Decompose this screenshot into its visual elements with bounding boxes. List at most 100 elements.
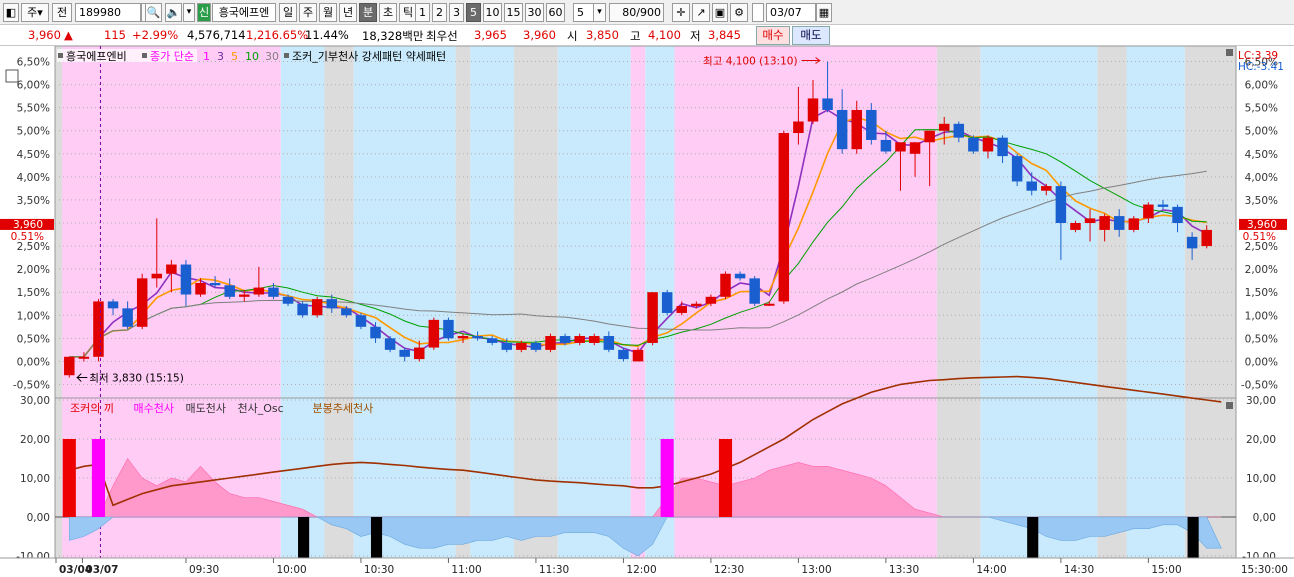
candle-body-22 bbox=[384, 338, 396, 350]
ma-legend-marker-icon bbox=[142, 53, 147, 58]
ma-legend-period-30: 30 bbox=[265, 50, 279, 63]
low-left-tick-label: 20,00 bbox=[20, 434, 50, 446]
period-button-3[interactable]: 년 bbox=[339, 3, 357, 22]
period-button-4[interactable]: 분 bbox=[359, 3, 377, 22]
interval-button-10[interactable]: 10 bbox=[483, 3, 502, 22]
time-label-6: 11:30 bbox=[539, 564, 569, 576]
save-icon[interactable]: ▣ bbox=[712, 3, 728, 22]
candle-body-7 bbox=[166, 264, 177, 274]
signals-legend: 조커_기부천사 강세패턴 약세패턴 bbox=[292, 49, 446, 63]
sell-signal-bar-4 bbox=[298, 517, 310, 564]
interval-button-60[interactable]: 60 bbox=[546, 3, 565, 22]
candle-body-78 bbox=[1201, 229, 1212, 247]
lower-pane-menu-icon bbox=[1226, 402, 1233, 409]
change-amount: 115 bbox=[104, 28, 126, 42]
candle-body-44 bbox=[705, 296, 717, 304]
gear-icon[interactable]: ⚙ bbox=[730, 3, 748, 22]
low-label: 저 bbox=[690, 29, 701, 43]
upper-pane-menu-icon bbox=[1226, 49, 1233, 56]
candle-body-9 bbox=[195, 282, 206, 295]
interval-button-1[interactable]: 1 bbox=[415, 3, 430, 22]
candle-body-57 bbox=[895, 142, 906, 152]
left-tick-label: 3,50% bbox=[17, 195, 50, 207]
speaker-dropdown-icon[interactable]: ▾ bbox=[183, 3, 195, 22]
stock-chart[interactable]: 6,50%6,00%5,50%5,00%4,50%4,00%3,50%3,00%… bbox=[0, 46, 1294, 577]
period-button-5[interactable]: 초 bbox=[379, 3, 397, 22]
band-8 bbox=[557, 46, 631, 558]
interval-button-2[interactable]: 2 bbox=[432, 3, 447, 22]
sell-button[interactable]: 매도 bbox=[792, 26, 830, 45]
low-right-tick-label: 20,00 bbox=[1246, 434, 1276, 446]
current-price: 3,960 bbox=[28, 28, 61, 42]
crosshair-icon[interactable]: ✛ bbox=[672, 3, 690, 22]
turnover: 11.44% bbox=[305, 28, 349, 42]
low-price: 3,845 bbox=[708, 28, 741, 42]
time-label-8: 12:30 bbox=[714, 564, 744, 576]
interval-button-30[interactable]: 30 bbox=[525, 3, 544, 22]
lower-legend-3: 천사_Osc bbox=[238, 401, 284, 415]
ma-legend-title: 종가 단순 bbox=[150, 50, 194, 63]
candle-body-54 bbox=[851, 109, 862, 150]
volume-ratio: 1,216.65% bbox=[246, 28, 309, 42]
candle-body-69 bbox=[1070, 223, 1081, 230]
time-label-12: 14:30 bbox=[1064, 564, 1094, 576]
draw-tool-icon[interactable]: ↗ bbox=[692, 3, 710, 22]
band-15 bbox=[1126, 46, 1185, 558]
left-tick-label: 4,00% bbox=[17, 172, 50, 184]
lower-legend-0: 조커의 끼 bbox=[70, 402, 114, 415]
interval-button-15[interactable]: 15 bbox=[504, 3, 523, 22]
left-tick-label: 1,00% bbox=[17, 310, 50, 322]
buy-button[interactable]: 매수 bbox=[756, 26, 790, 45]
left-axis: 6,50%6,00%5,50%5,00%4,50%4,00%3,50%3,00%… bbox=[0, 57, 54, 563]
interval-button-5[interactable]: 5 bbox=[466, 3, 481, 22]
count-input[interactable]: 80/900 bbox=[609, 3, 664, 22]
candle-body-23 bbox=[399, 349, 410, 357]
credit-badge: 신 bbox=[197, 3, 211, 22]
date-checkbox[interactable] bbox=[752, 3, 764, 22]
candle-body-41 bbox=[661, 292, 673, 313]
candle-body-20 bbox=[355, 315, 367, 327]
interval-button-3[interactable]: 3 bbox=[449, 3, 464, 22]
candle-body-34 bbox=[559, 336, 571, 343]
candle-body-75 bbox=[1157, 204, 1169, 207]
band-9 bbox=[630, 46, 646, 558]
current-pct-left: 0.51% bbox=[11, 231, 44, 243]
best-bid: 3,960 bbox=[523, 28, 556, 42]
candle-body-77 bbox=[1186, 236, 1198, 249]
candle-body-0 bbox=[64, 356, 75, 376]
candle-body-1 bbox=[78, 356, 90, 359]
candle-body-5 bbox=[136, 278, 148, 327]
search-icon[interactable]: 🔍 bbox=[145, 3, 162, 22]
time-label-11: 14:00 bbox=[976, 564, 1006, 576]
candle-body-68 bbox=[1055, 186, 1067, 223]
market-all-button[interactable]: 전 bbox=[52, 3, 72, 22]
time-label-5: 11:00 bbox=[451, 564, 481, 576]
current-price-left: 3,960 bbox=[13, 219, 43, 231]
best-ask: 3,965 bbox=[474, 28, 507, 42]
candle-body-52 bbox=[822, 98, 833, 110]
interval-input[interactable]: 5 bbox=[573, 3, 595, 22]
candle-body-53 bbox=[836, 109, 848, 150]
interval-dropdown-icon[interactable]: ▾ bbox=[593, 3, 606, 22]
period-button-2[interactable]: 월 bbox=[319, 3, 337, 22]
current-pct-right: 0.51% bbox=[1243, 231, 1276, 243]
left-tick-label: 0,50% bbox=[17, 333, 50, 345]
market-select[interactable]: 주▾ bbox=[21, 3, 49, 22]
candle-body-12 bbox=[239, 294, 250, 297]
period-button-1[interactable]: 주 bbox=[299, 3, 317, 22]
open-price: 3,850 bbox=[586, 28, 619, 42]
band-4 bbox=[353, 46, 456, 558]
toolbar: ◧ 주▾ 전 189980 ▾ 🔍 🔈 ▾ 신 흥국에프엔 일주월년분초틱123… bbox=[0, 0, 1294, 25]
right-tick-label: 0,50% bbox=[1245, 333, 1278, 345]
period-button-0[interactable]: 일 bbox=[279, 3, 297, 22]
calendar-icon[interactable]: ▦ bbox=[816, 3, 832, 22]
current-price-right: 3,960 bbox=[1247, 219, 1277, 231]
right-tick-label: 6,00% bbox=[1245, 80, 1278, 92]
low-right-tick-label: 30,00 bbox=[1246, 395, 1276, 407]
right-tick-label: 0,00% bbox=[1245, 356, 1278, 368]
date-input[interactable]: 03/07 bbox=[766, 3, 816, 22]
low-left-tick-label: 30,00 bbox=[20, 395, 50, 407]
layout-icon[interactable]: ◧ bbox=[3, 3, 19, 22]
code-input[interactable]: 189980 bbox=[75, 3, 141, 22]
speaker-icon[interactable]: 🔈 bbox=[165, 3, 182, 22]
